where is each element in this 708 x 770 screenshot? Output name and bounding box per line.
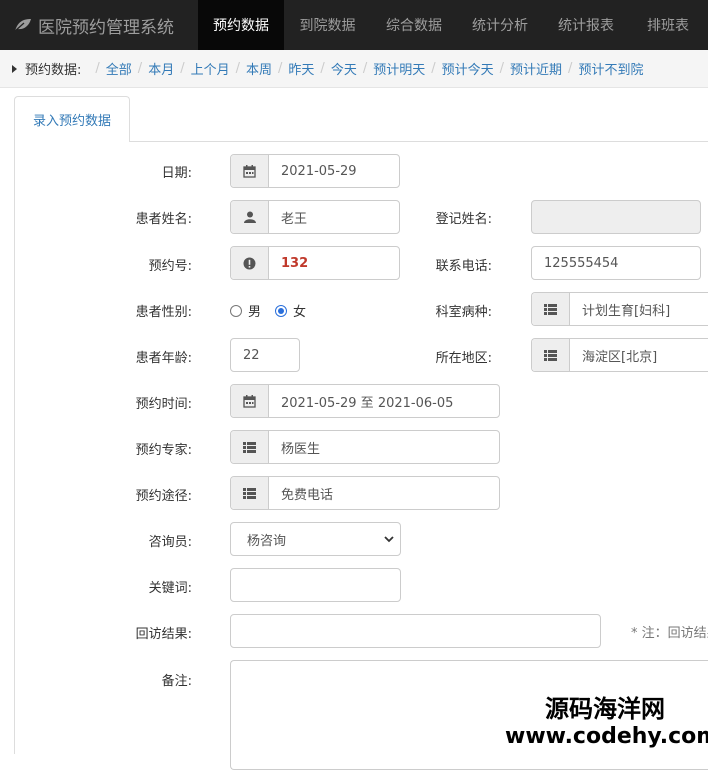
gender-male-radio[interactable]: 男 [230, 301, 261, 320]
patient-name-value: 老王 [281, 211, 308, 227]
patient-name-field[interactable]: 老王 [230, 200, 400, 234]
gender-female-radio[interactable]: 女 [275, 301, 306, 320]
age-value: 22 [243, 347, 260, 363]
watermark-line1: 源码海洋网 [545, 695, 665, 723]
list-icon [532, 339, 570, 371]
nav-tab-arrivals[interactable]: 到院数据 [284, 0, 371, 50]
channel-value: 免费电话 [281, 487, 334, 503]
watermark: 源码海洋网 www.codehy.com [505, 695, 708, 749]
exclamation-icon [231, 247, 269, 279]
register-name-label: 登记姓名: [435, 212, 492, 227]
brand[interactable]: 医院预约管理系统 [0, 0, 198, 50]
filter-expected-no-show[interactable]: 预计不到院 [578, 59, 643, 78]
consultant-value: 杨咨询 [247, 533, 287, 549]
list-icon [231, 477, 269, 509]
appt-no-field[interactable]: 132 [230, 246, 400, 280]
appt-time-label: 预约时间: [135, 397, 192, 412]
consultant-label: 咨询员: [148, 535, 192, 550]
leaf-icon [14, 18, 32, 32]
appt-time-field[interactable]: 2021-05-29 至 2021-06-05 [230, 384, 500, 418]
nav-tab-analysis[interactable]: 统计分析 [457, 0, 543, 50]
channel-field[interactable]: 免费电话 [230, 476, 500, 510]
followup-field[interactable] [230, 614, 601, 648]
breadcrumb-label: 预约数据: [25, 63, 82, 78]
nav-tab-appointments[interactable]: 预约数据 [198, 0, 284, 50]
filter-today[interactable]: 今天 [331, 59, 357, 78]
user-icon [231, 201, 269, 233]
calendar-icon [231, 385, 269, 417]
filter-expected-soon[interactable]: 预计近期 [510, 59, 562, 78]
keyword-field[interactable] [230, 568, 401, 602]
gender-radio-group: 男 女 [230, 301, 320, 320]
nav-tab-overview[interactable]: 综合数据 [371, 0, 457, 50]
filter-yesterday[interactable]: 昨天 [288, 59, 314, 78]
appt-time-value: 2021-05-29 至 2021-06-05 [281, 395, 454, 411]
date-value: 2021-05-29 [281, 163, 357, 179]
appt-no-label: 预约号: [148, 259, 192, 274]
department-field[interactable]: 计划生育[妇科] [531, 292, 708, 326]
age-label: 患者年龄: [135, 351, 192, 366]
filter-all[interactable]: 全部 [106, 59, 132, 78]
date-field[interactable]: 2021-05-29 [230, 154, 400, 188]
chevron-down-icon [384, 535, 394, 543]
filter-expected-today[interactable]: 预计今天 [442, 59, 494, 78]
calendar-icon [231, 155, 269, 187]
register-name-field[interactable] [531, 200, 701, 234]
phone-field[interactable]: 125555454 [531, 246, 701, 280]
gender-label: 患者性别: [135, 305, 192, 320]
region-value: 海淀区[北京] [582, 349, 658, 365]
filter-last-month[interactable]: 上个月 [191, 59, 230, 78]
expert-field[interactable]: 杨医生 [230, 430, 500, 464]
appt-no-value: 132 [281, 255, 309, 271]
filter-this-week[interactable]: 本周 [246, 59, 272, 78]
patient-name-label: 患者姓名: [135, 212, 192, 227]
tab-enter-appointment[interactable]: 录入预约数据 [14, 96, 130, 142]
phone-value: 125555454 [544, 255, 619, 271]
date-label: 日期: [161, 166, 192, 181]
followup-label: 回访结果: [135, 627, 192, 642]
phone-label: 联系电话: [435, 259, 492, 274]
nav-tab-reports[interactable]: 统计报表 [543, 0, 629, 50]
breadcrumb: 预约数据: / 全部 / 本月 / 上个月 / 本周 / 昨天 / 今天 / 预… [0, 50, 708, 88]
app-title: 医院预约管理系统 [38, 17, 174, 38]
age-field[interactable]: 22 [230, 338, 300, 372]
region-label: 所在地区: [435, 351, 492, 366]
channel-label: 预约途径: [135, 489, 192, 504]
keyword-label: 关键词: [148, 581, 192, 596]
watermark-line2: www.codehy.com [505, 723, 708, 749]
department-value: 计划生育[妇科] [582, 303, 671, 319]
filter-this-month[interactable]: 本月 [148, 59, 174, 78]
list-icon [231, 431, 269, 463]
followup-note: * 注：回访结果 [631, 626, 708, 641]
nav-tab-schedule[interactable]: 排班表 [629, 0, 707, 50]
top-navbar: 医院预约管理系统 预约数据 到院数据 综合数据 统计分析 统计报表 排班表 [0, 0, 708, 50]
caret-right-icon [12, 64, 17, 73]
expert-value: 杨医生 [281, 441, 321, 457]
remark-label: 备注: [161, 674, 192, 689]
department-label: 科室病种: [435, 305, 492, 320]
region-field[interactable]: 海淀区[北京] [531, 338, 708, 372]
expert-label: 预约专家: [135, 443, 192, 458]
filter-expected-tomorrow[interactable]: 预计明天 [373, 59, 425, 78]
list-icon [532, 293, 570, 325]
consultant-select[interactable]: 杨咨询 [230, 522, 401, 556]
